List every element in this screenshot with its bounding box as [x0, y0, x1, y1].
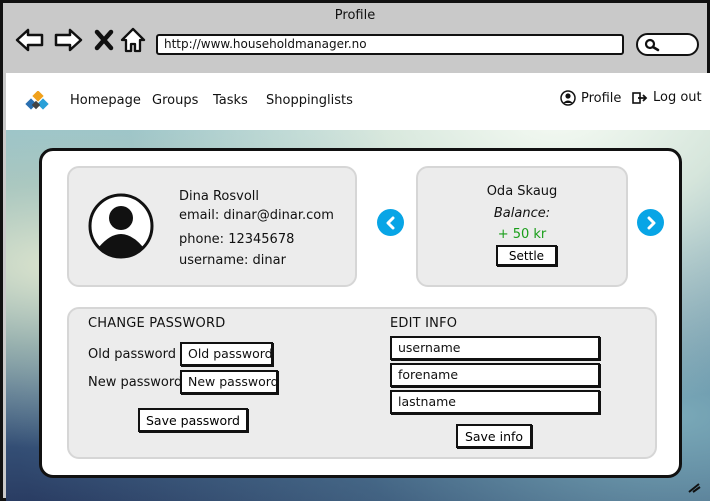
old-password-label: Old password: [88, 347, 176, 362]
resize-grip-icon[interactable]: [687, 483, 701, 493]
balance-amount: + 50 kr: [497, 227, 547, 242]
address-bar[interactable]: http://www.householdmanager.no: [156, 34, 624, 55]
page-viewport: Homepage Groups Tasks Shoppinglists Prof…: [6, 73, 710, 501]
nav-link-groups[interactable]: Groups: [152, 93, 198, 108]
home-icon[interactable]: [118, 25, 148, 55]
nav-link-homepage[interactable]: Homepage: [70, 93, 141, 108]
profile-info-panel: Dina Rosvoll email: dinar@dinar.com phon…: [67, 166, 357, 287]
logout-icon: [632, 91, 648, 104]
new-password-label: New password: [88, 375, 183, 390]
new-password-input[interactable]: New password: [180, 370, 278, 394]
browser-window: Profile http://www.householdmanager.no H…: [0, 0, 710, 501]
forename-field[interactable]: forename: [390, 363, 600, 387]
search-icon: [644, 38, 660, 52]
edit-info-title: EDIT INFO: [390, 316, 458, 331]
settle-button[interactable]: Settle: [496, 245, 557, 266]
profile-link[interactable]: Profile: [560, 90, 621, 106]
change-password-title: CHANGE PASSWORD: [88, 316, 226, 331]
logout-link[interactable]: Log out: [632, 90, 702, 105]
balance-person: Oda Skaug: [486, 184, 558, 199]
profile-email: email: dinar@dinar.com: [179, 208, 334, 223]
profile-card: Dina Rosvoll email: dinar@dinar.com phon…: [39, 148, 682, 478]
close-icon[interactable]: [89, 25, 119, 55]
browser-search-field[interactable]: [636, 33, 699, 56]
save-info-button[interactable]: Save info: [456, 424, 532, 448]
browser-title: Profile: [334, 8, 376, 23]
nav-link-shoppinglists[interactable]: Shoppinglists: [266, 93, 353, 108]
profile-phone: phone: 12345678: [179, 232, 295, 247]
logout-link-label: Log out: [653, 90, 702, 105]
arrow-left-icon[interactable]: [15, 25, 45, 55]
chevron-left-icon[interactable]: [377, 209, 404, 236]
old-password-input[interactable]: Old password: [180, 342, 273, 366]
save-password-button[interactable]: Save password: [138, 408, 248, 432]
chevron-right-icon[interactable]: [637, 209, 664, 236]
username-field[interactable]: username: [390, 336, 600, 360]
profile-link-label: Profile: [581, 90, 622, 106]
balance-label: Balance:: [493, 206, 551, 221]
app-logo-icon: [25, 91, 49, 110]
settings-panel: CHANGE PASSWORD Old password Old passwor…: [67, 307, 657, 459]
nav-link-tasks[interactable]: Tasks: [213, 93, 248, 108]
lastname-field[interactable]: lastname: [390, 390, 600, 414]
avatar: [88, 193, 154, 259]
top-navigation: Homepage Groups Tasks Shoppinglists Prof…: [6, 73, 710, 130]
profile-name: Dina Rosvoll: [179, 189, 260, 204]
arrow-right-icon[interactable]: [53, 25, 83, 55]
balance-panel: Oda Skaug Balance: + 50 kr Settle: [416, 166, 628, 287]
user-circle-icon: [560, 90, 576, 106]
profile-username: username: dinar: [179, 253, 286, 268]
